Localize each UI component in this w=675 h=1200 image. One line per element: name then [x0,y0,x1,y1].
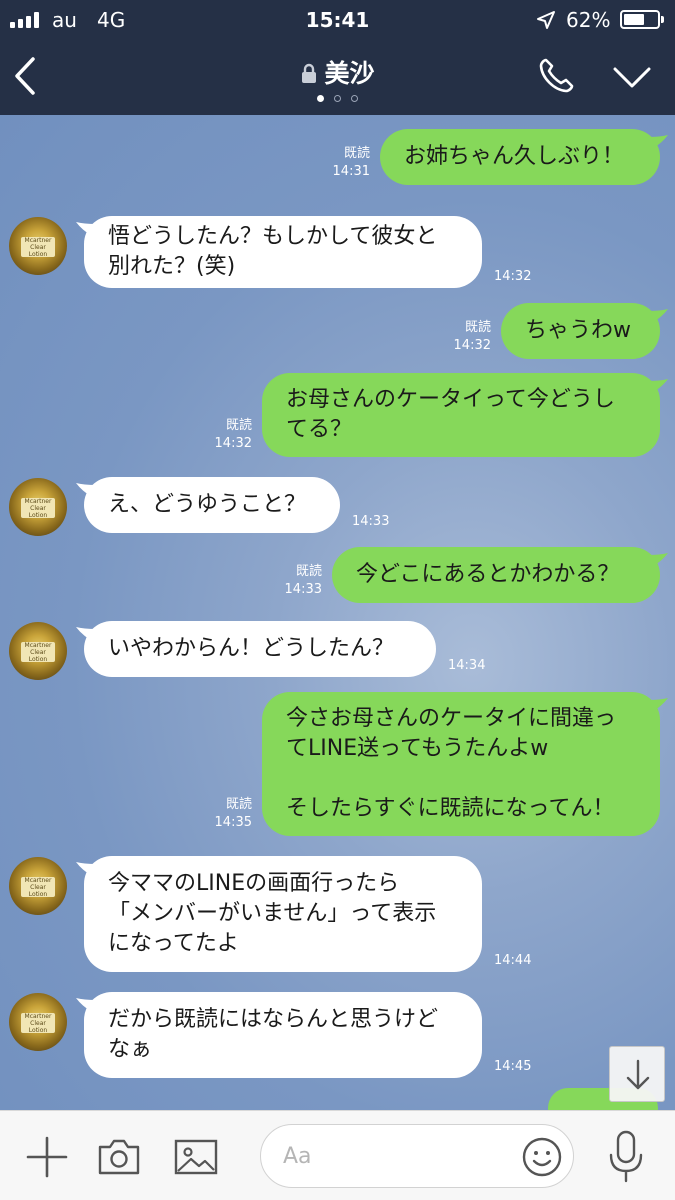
scroll-to-bottom-button[interactable] [609,1046,665,1102]
avatar-image-label: Mcartner Clear Lotion [21,498,55,518]
contact-avatar[interactable]: Mcartner Clear Lotion [9,993,67,1051]
message-time: 14:34 [448,658,486,673]
avatar-image-label: Mcartner Clear Lotion [21,237,55,257]
microphone-icon[interactable] [606,1129,646,1185]
bubble-tail [76,483,96,497]
incoming-message-bubble[interactable]: 今ママのLINEの画面行ったら 「メンバーがいません」って表示 になってたよ [84,856,482,972]
avatar-image-label: Mcartner Clear Lotion [21,877,55,897]
message-meta: 既読 14:31 [333,145,370,181]
message-time: 14:32 [494,269,532,284]
read-receipt: 既読 [225,797,252,812]
message-text: 今ママのLINEの画面行ったら 「メンバーがいません」って表示 になってたよ [108,871,437,956]
chat-header: au 4G 15:41 62% 美沙 [0,0,675,115]
avatar-image-label: Mcartner Clear Lotion [21,642,55,662]
message-text: え、どうゆうこと？ [108,492,307,517]
message-text: いやわからん！どうしたん？ [108,636,395,661]
bubble-tail [76,222,96,236]
message-meta: 既読 14:33 [285,563,322,599]
read-receipt: 既読 [464,320,491,335]
incoming-message-bubble[interactable]: 悟どうしたん？もしかして彼女と 別れた？(笑) [84,216,482,288]
message-text: お母さんのケータイって今どうし てる？ [286,387,615,442]
message-text: 今さお母さんのケータイに間違っ てLINE送ってもうたんよw そしたらすぐに既読… [286,706,617,821]
chat-history[interactable]: お姉ちゃん久しぶり！ 既読 14:31 悟どうしたん？もしかして彼女と 別れた？(笑)… [0,115,675,1110]
outgoing-message-bubble[interactable]: 今さお母さんのケータイに間違っ てLINE送ってもうたんよw そしたらすぐに既読… [262,692,660,836]
bubble-tail [648,135,668,149]
message-meta: 14:32 [494,268,531,286]
message-time: 14:32 [453,338,491,353]
plus-icon[interactable] [25,1135,69,1179]
bubble-tail [648,698,668,712]
page-dot [351,95,358,102]
outgoing-message-bubble[interactable]: 今どこにあるとかわかる？ [332,547,660,603]
read-receipt: 既読 [225,418,252,433]
page-indicator [0,95,675,102]
contact-avatar[interactable]: Mcartner Clear Lotion [9,478,67,536]
bubble-tail [648,379,668,393]
battery-percent: 62% [566,8,611,32]
chevron-down-icon[interactable] [612,64,652,92]
camera-icon[interactable] [96,1135,142,1179]
bubble-tail [76,998,96,1012]
message-meta: 既読 14:35 [215,796,252,832]
message-time: 14:31 [332,164,370,179]
battery-icon [620,10,660,29]
contact-avatar[interactable]: Mcartner Clear Lotion [9,622,67,680]
image-icon[interactable] [173,1135,219,1179]
location-arrow-icon [537,11,555,29]
bubble-tail [648,309,668,323]
message-text: だから既読にはならんと思うけど なぁ [108,1007,439,1062]
outgoing-message-bubble[interactable]: お母さんのケータイって今どうし てる？ [262,373,660,457]
message-meta: 14:45 [494,1058,531,1076]
message-text: お姉ちゃん久しぶり！ [404,144,625,169]
message-time: 14:33 [352,514,390,529]
message-meta: 14:34 [448,657,485,675]
message-input-bar [0,1110,675,1200]
outgoing-message-bubble[interactable]: ちゃうわw [501,303,660,359]
message-time: 14:45 [494,1059,532,1074]
contact-avatar[interactable]: Mcartner Clear Lotion [9,857,67,915]
message-time: 14:44 [494,953,532,968]
message-time: 14:35 [214,815,252,830]
message-meta: 既読 14:32 [454,319,491,355]
read-receipt: 既読 [295,564,322,579]
message-meta: 14:44 [494,952,531,970]
incoming-message-bubble[interactable]: だから既読にはならんと思うけど なぁ [84,992,482,1078]
incoming-message-bubble[interactable]: いやわからん！どうしたん？ [84,621,436,677]
message-meta: 14:33 [352,513,389,531]
message-text: 悟どうしたん？もしかして彼女と 別れた？(笑) [108,224,438,279]
bubble-tail [76,862,96,876]
incoming-message-bubble[interactable]: え、どうゆうこと？ [84,477,340,533]
contact-name: 美沙 [324,59,375,88]
message-time: 14:32 [214,436,252,451]
emoji-icon[interactable] [520,1135,564,1179]
phone-call-icon[interactable] [538,56,576,94]
message-time: 14:33 [284,582,322,597]
contact-avatar[interactable]: Mcartner Clear Lotion [9,217,67,275]
bubble-tail [648,553,668,567]
bubble-tail [76,627,96,641]
lock-icon [302,63,317,83]
message-text: 今どこにあるとかわかる？ [356,562,620,587]
avatar-image-label: Mcartner Clear Lotion [21,1013,55,1033]
outgoing-message-bubble[interactable]: お姉ちゃん久しぶり！ [380,129,660,185]
arrow-down-icon [626,1059,650,1090]
page-dot [334,95,341,102]
message-text: ちゃうわw [525,318,631,343]
page-dot [317,95,324,102]
message-meta: 既読 14:32 [215,417,252,453]
read-receipt: 既読 [343,146,370,161]
